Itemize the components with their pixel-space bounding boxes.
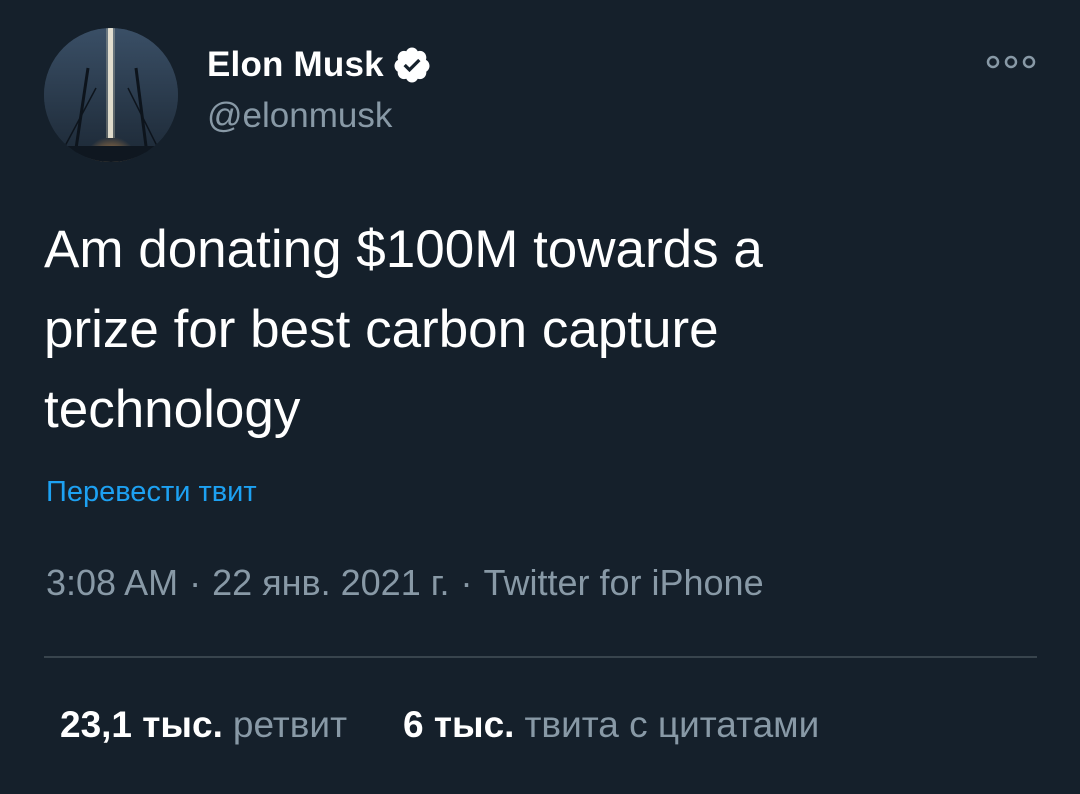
quotes-count: 6 тыс.	[403, 704, 515, 745]
tweet-source[interactable]: Twitter for iPhone	[483, 562, 763, 603]
engagement-stats: 23,1 тыс. ретвит 6 тыс. твита с цитатами	[60, 704, 819, 746]
retweets-label: ретвит	[232, 704, 348, 745]
display-name[interactable]: Elon Musk	[207, 45, 384, 85]
tweet-detail: Elon Musk @elonmusk Am donating $100M to…	[0, 0, 1080, 794]
name-row: Elon Musk	[207, 44, 432, 86]
divider	[44, 656, 1037, 658]
translate-tweet-link[interactable]: Перевести твит	[46, 476, 257, 509]
avatar[interactable]	[44, 28, 178, 162]
tweet-metadata: 3:08 AM · 22 янв. 2021 г. · Twitter for iPho…	[46, 562, 764, 604]
user-handle[interactable]: @elonmusk	[207, 96, 392, 136]
retweets-stat[interactable]: 23,1 тыс. ретвит	[60, 704, 347, 746]
retweets-count: 23,1 тыс.	[60, 704, 223, 745]
rocket-launch-icon	[44, 28, 178, 162]
verified-icon	[392, 45, 432, 85]
quotes-label: твита с цитатами	[524, 704, 820, 745]
more-options-icon[interactable]	[984, 50, 1038, 74]
meta-separator: ·	[189, 562, 202, 603]
meta-separator: ·	[460, 562, 473, 603]
tweet-date[interactable]: 22 янв. 2021 г.	[212, 562, 449, 603]
tweet-text: Am donating $100M towards a prize for be…	[44, 220, 763, 439]
quote-tweets-stat[interactable]: 6 тыс. твита с цитатами	[403, 704, 819, 746]
tweet-time[interactable]: 3:08 AM	[46, 562, 178, 603]
